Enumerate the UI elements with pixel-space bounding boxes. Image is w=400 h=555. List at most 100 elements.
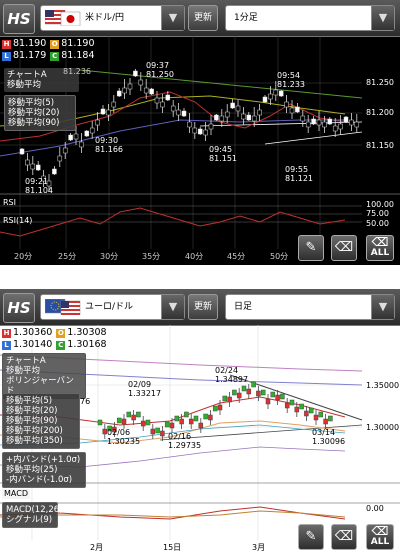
pen-tool-button[interactable]: ✎ [298,235,324,261]
bollinger-sublegend[interactable]: +内バンド(+1.0σ) 移動平均(25) -内バンド(-1.0σ) [2,452,86,488]
clear-all-button[interactable]: ⌫ ALL [366,524,394,550]
bottom-toolbar: HS ユーロ/ドル ▼ 更新 日足 ▼ [0,289,400,326]
candle-body [316,119,322,126]
candle-body [133,70,138,77]
candle-body [268,93,273,100]
x-tick: 40分 [185,252,204,261]
y-tick: 1.35000 [366,381,400,390]
candle-body [73,133,79,140]
candle-body [138,79,144,86]
candle-body [121,418,127,425]
candle-body [270,391,276,398]
ma-sublegend[interactable]: 移動平均(5) 移動平均(20) 移動平均(90) [4,95,76,131]
candle-body [203,129,208,136]
x-tick: 30分 [100,252,119,261]
eu-us-flag-icon [45,299,81,315]
timeframe-select[interactable]: 1分足 ▼ [225,5,395,31]
candle-body [155,427,160,434]
x-tick: 2月 [90,543,104,552]
x-tick: 35分 [142,252,161,261]
annotation: 09:55 81.121 [285,165,313,183]
candle-body [289,399,295,406]
macd-line-label: MACD(12,26) [6,505,63,515]
partial-value: 76 [80,397,91,406]
candle-body [62,147,68,154]
candle-body [116,417,122,424]
app-logo[interactable]: HS [3,4,35,34]
timeframe-select[interactable]: 日足 ▼ [225,294,395,320]
legend-overflow-value: 81.236 [63,67,91,76]
candle-body [236,392,242,399]
candle-body [116,90,122,97]
pen-tool-button[interactable]: ✎ [298,524,324,550]
candle-body [227,396,232,403]
rsi-tick: 75.00 [366,209,389,218]
ma20-label: 移動平均(20) [8,108,60,118]
eraser-tool-button[interactable]: ⌫ [331,524,357,550]
candle-body [208,414,213,421]
usdjpy-chart-panel: HS 米ドル/円 ▼ 更新 1分足 ▼ H 81.190 O 81.190 L … [0,0,400,265]
candle-body [280,393,285,400]
ma90-label: 移動平均(90) [6,416,58,426]
eraser-icon: ⌫ [371,235,389,249]
legend-line: 移動平均 [6,366,41,376]
candle-body [328,415,333,422]
ma-sublegend[interactable]: 移動平均(5) 移動平均(20) 移動平均(90) 移動平均(200) 移動平均… [2,393,80,449]
pair-label: 米ドル/円 [85,13,125,23]
logo-text: HS [7,299,31,317]
app-logo[interactable]: HS [3,293,35,323]
update-button[interactable]: 更新 [188,294,218,320]
candle-body [19,148,25,155]
x-tick: 50分 [270,252,289,261]
top-toolbar: HS 米ドル/円 ▼ 更新 1分足 ▼ [0,0,400,37]
candle-body [197,128,203,135]
y-tick: 81.200 [366,108,394,117]
candle-body [187,121,192,128]
candle-body [106,109,111,116]
ma90-label: 移動平均(90) [8,118,60,128]
eraser-tool-button[interactable]: ⌫ [331,235,357,261]
annotation: 02/09 1.33217 [128,380,162,398]
open-value: 81.190 [61,38,95,49]
currency-pair-select[interactable]: 米ドル/円 ▼ [40,5,185,31]
candle-body [25,159,30,166]
high-badge: H [2,40,11,49]
y-tick: 1.30000 [366,423,400,432]
candle-body [169,422,175,429]
ma200-label: 移動平均(200) [6,426,63,436]
candle-body [235,105,241,112]
candle-body [300,115,306,122]
candle-body [111,101,117,108]
candle-body [318,411,324,418]
candle-body [284,101,289,108]
clear-all-button[interactable]: ⌫ ALL [366,235,394,261]
annotation: 09:45 81.151 [209,145,237,163]
close-badge: C [50,52,60,61]
candle-body [311,118,316,125]
close-value: 1.30168 [67,339,107,350]
macd-label: MACD [2,489,30,499]
high-value: 1.30360 [13,327,53,338]
open-value: 1.30308 [67,327,107,338]
candle-body [251,381,256,388]
low-badge: L [2,52,11,61]
quote-readout: H 1.30360 O 1.30308 L 1.30140 C 1.30168 [2,327,107,351]
candle-body [313,414,319,421]
ma20-label: 移動平均(20) [6,406,58,416]
timeframe-label: 日足 [234,302,253,312]
open-badge: O [56,329,66,338]
annotation: 09:54 81.233 [277,71,305,89]
rsi-tick: 100.00 [366,200,394,209]
candle-body [30,163,36,170]
currency-pair-select[interactable]: ユーロ/ドル ▼ [40,294,185,320]
update-button[interactable]: 更新 [188,5,218,31]
mid-band-label: 移動平均(25) [6,465,58,475]
candle-body [294,406,300,413]
ma350-label: 移動平均(350) [6,436,63,446]
candle-body [35,164,41,171]
signal-line-label: シグナル(9) [6,515,53,525]
macd-sublegend[interactable]: MACD(12,26) シグナル(9) [2,502,63,528]
eurusd-chart-panel: HS ユーロ/ドル ▼ 更新 日足 ▼ H 1.30360 O 1.30308 … [0,289,400,555]
candle-body [126,411,132,418]
quote-readout: H 81.190 O 81.190 L 81.179 C 81.184 [2,38,95,62]
